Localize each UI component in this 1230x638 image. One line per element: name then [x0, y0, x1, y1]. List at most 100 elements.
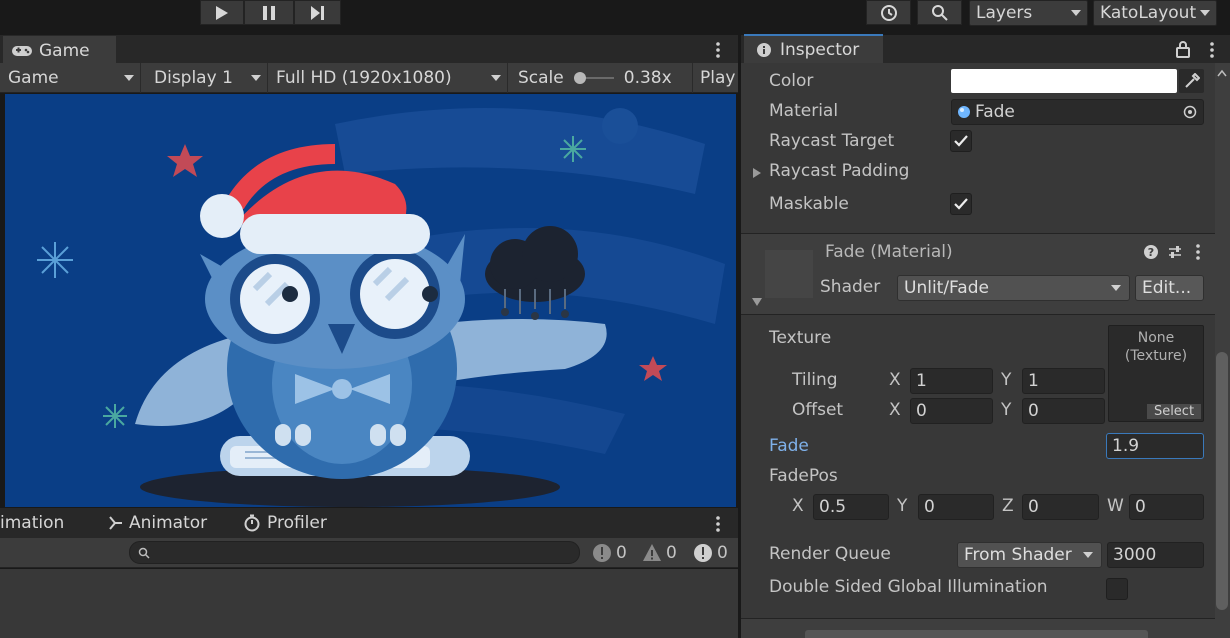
log-count-toggle[interactable]: 0	[592, 541, 627, 565]
fade-label: Fade	[769, 436, 809, 456]
fade-value: 1.9	[1112, 436, 1140, 456]
maskable-label: Maskable	[769, 194, 849, 214]
scale-control: Scale 0.38x	[510, 63, 693, 93]
lock-button[interactable]	[1175, 40, 1191, 58]
layers-dropdown[interactable]: Layers	[969, 0, 1088, 26]
fadepos-y-field[interactable]: 0	[918, 494, 994, 520]
offset-y-value: 0	[1028, 401, 1039, 421]
more-vertical-icon	[1196, 244, 1200, 260]
search-icon	[931, 4, 948, 21]
pause-button[interactable]	[244, 0, 294, 25]
chevron-down-icon	[491, 75, 501, 81]
maskable-checkbox[interactable]	[950, 193, 972, 215]
offset-label: Offset	[792, 400, 844, 420]
search-button[interactable]	[917, 0, 962, 25]
tiling-y-field[interactable]: 1	[1022, 368, 1105, 394]
console-search-input[interactable]	[129, 541, 580, 564]
warning-count: 0	[666, 543, 677, 563]
material-value: Fade	[975, 102, 1015, 122]
offset-y-field[interactable]: 0	[1022, 398, 1105, 424]
resolution-dropdown[interactable]: Full HD (1920x1080)	[268, 63, 508, 93]
render-queue-field[interactable]: 3000	[1107, 542, 1204, 568]
material-title: Fade (Material)	[825, 242, 953, 262]
dsgi-label: Double Sided Global Illumination	[769, 577, 1048, 597]
offset-x-field[interactable]: 0	[910, 398, 993, 424]
game-more-menu[interactable]	[712, 40, 724, 60]
material-foldout[interactable]	[751, 292, 763, 306]
game-mode-dropdown[interactable]: Game	[0, 63, 141, 93]
tab-animation[interactable]: imation	[0, 508, 80, 538]
tiling-x-field[interactable]: 1	[910, 368, 993, 394]
add-component-button[interactable]	[805, 630, 1148, 638]
shader-label: Shader	[820, 277, 881, 297]
fadepos-w-field[interactable]: 0	[1129, 494, 1204, 520]
eyedropper-button[interactable]	[1179, 69, 1204, 93]
tab-animator[interactable]: Animator	[107, 508, 222, 538]
fadepos-x-value: 0.5	[819, 497, 847, 517]
play-focused-dropdown[interactable]: Play	[692, 63, 738, 93]
stopwatch-icon	[244, 514, 260, 532]
pause-icon	[263, 5, 275, 20]
fadepos-z-field[interactable]: 0	[1022, 494, 1099, 520]
more-vertical-icon	[1210, 42, 1214, 58]
tab-inspector[interactable]: Inspector	[744, 34, 883, 63]
chevron-down-icon	[1071, 10, 1081, 16]
bottom-more-menu[interactable]	[712, 514, 724, 534]
raycast-padding-label[interactable]: Raycast Padding	[769, 161, 909, 181]
raycast-target-label: Raycast Target	[769, 131, 895, 151]
tab-game[interactable]: Game	[3, 36, 116, 63]
chevron-down-icon	[752, 298, 762, 306]
warning-count-toggle[interactable]: 0	[642, 541, 677, 565]
fadepos-z-value: 0	[1028, 497, 1039, 517]
texture-select-button[interactable]: Select	[1147, 404, 1201, 419]
checkmark-icon	[954, 135, 968, 147]
game-mode-label: Game	[8, 68, 59, 88]
error-icon	[694, 544, 712, 562]
raycast-padding-foldout[interactable]	[752, 165, 764, 179]
play-icon	[216, 5, 228, 20]
tab-profiler[interactable]: Profiler	[243, 508, 353, 538]
chevron-right-icon	[753, 168, 761, 178]
game-viewport[interactable]	[5, 94, 736, 507]
display-dropdown[interactable]: Display 1	[146, 63, 268, 93]
dsgi-checkbox[interactable]	[1106, 578, 1128, 600]
history-icon	[880, 4, 897, 21]
history-button[interactable]	[866, 0, 911, 25]
scrollbar-thumb[interactable]	[1216, 352, 1228, 610]
color-field[interactable]	[951, 69, 1177, 93]
log-count: 0	[616, 543, 627, 563]
help-button[interactable]: ?	[1143, 244, 1159, 260]
render-queue-dropdown[interactable]: From Shader	[957, 542, 1102, 568]
material-more-menu[interactable]	[1193, 242, 1203, 262]
offset-x-label: X	[889, 400, 901, 420]
eyedropper-icon	[1184, 73, 1200, 88]
edit-shader-button[interactable]: Edit...	[1135, 275, 1204, 301]
texture-slot[interactable]: None (Texture) Select	[1108, 325, 1204, 422]
layout-label: KatoLayout	[1100, 3, 1197, 23]
step-icon	[310, 5, 324, 20]
play-button[interactable]	[200, 0, 244, 25]
presets-button[interactable]	[1167, 244, 1183, 260]
material-object-field[interactable]: Fade	[951, 99, 1204, 125]
scale-slider[interactable]	[573, 72, 614, 84]
display-label: Display 1	[154, 68, 233, 88]
object-picker-icon[interactable]	[1183, 105, 1197, 119]
console-log-area[interactable]	[0, 569, 738, 638]
lock-icon	[1176, 41, 1190, 58]
step-button[interactable]	[294, 0, 341, 25]
layout-dropdown[interactable]: KatoLayout	[1093, 0, 1217, 26]
shader-dropdown[interactable]: Unlit/Fade	[897, 275, 1130, 301]
fade-field[interactable]: 1.9	[1106, 433, 1204, 459]
animator-icon	[109, 516, 122, 530]
owl-illustration	[5, 94, 736, 507]
fadepos-x-field[interactable]: 0.5	[813, 494, 889, 520]
material-preview-thumbnail	[765, 250, 813, 298]
tiling-x-value: 1	[916, 371, 927, 391]
tab-profiler-label: Profiler	[267, 513, 327, 533]
inspector-more-menu[interactable]	[1206, 40, 1218, 60]
error-count-toggle[interactable]: 0	[693, 541, 728, 565]
chevron-down-icon	[1200, 10, 1210, 16]
tiling-y-value: 1	[1028, 371, 1039, 391]
raycast-target-checkbox[interactable]	[950, 130, 972, 152]
tiling-x-label: X	[889, 370, 901, 390]
